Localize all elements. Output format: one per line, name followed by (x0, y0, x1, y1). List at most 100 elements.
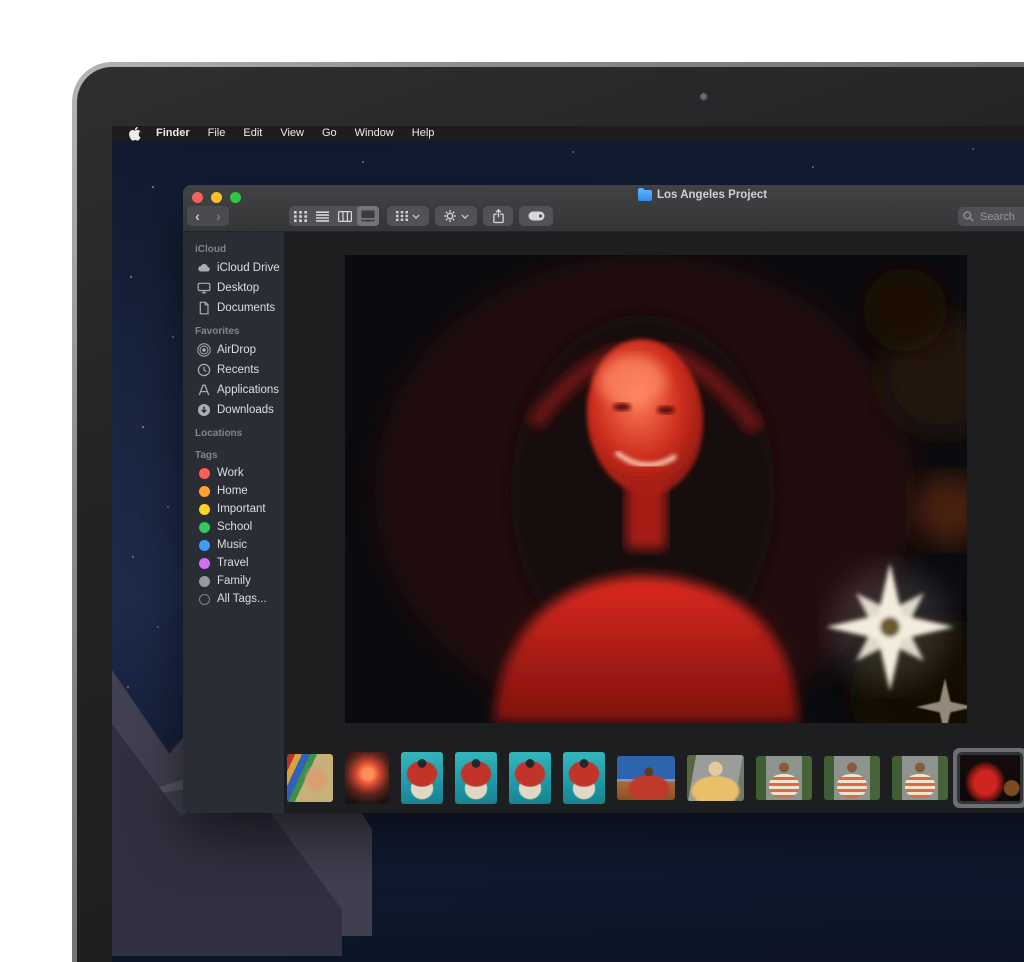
tag-dot (199, 558, 210, 569)
thumbnail-pool-swimmer-photo-2[interactable] (455, 752, 497, 804)
finder-window: Los Angeles Project ‹ › (183, 185, 1024, 813)
sidebar-item-label: Applications (217, 384, 279, 396)
menu-file[interactable]: File (199, 126, 235, 141)
sidebar-section-locations: Locations (183, 420, 284, 442)
tag-dot (199, 504, 210, 515)
thumbnail-pool-swimmer-photo-4[interactable] (563, 752, 605, 804)
chevron-down-icon (412, 214, 420, 219)
tags-button[interactable] (519, 206, 553, 226)
sidebar-item-documents[interactable]: Documents (183, 298, 284, 318)
search-input[interactable] (978, 210, 1024, 224)
laptop-bezel: FinderFileEditViewGoWindowHelp Los Angel… (77, 67, 1024, 962)
thumbnail-striped-shirt-portrait-2[interactable] (824, 756, 880, 800)
zoom-button[interactable] (230, 192, 241, 203)
traffic-lights (192, 192, 241, 203)
gallery-icon (361, 210, 375, 222)
sidebar-item-label: Home (217, 485, 248, 497)
sidebar-item-travel[interactable]: Travel (183, 554, 284, 572)
search-icon (963, 211, 974, 222)
filmstrip (287, 748, 1024, 808)
sidebar-item-label: All Tags... (217, 593, 267, 605)
close-button[interactable] (192, 192, 203, 203)
thumbnail-striped-shirt-portrait-1[interactable] (756, 756, 812, 800)
list-icon (316, 211, 329, 222)
chevron-down-icon (461, 214, 469, 219)
sidebar-item-label: AirDrop (217, 344, 256, 356)
sidebar-item-label: Recents (217, 364, 259, 376)
sidebar-item-family[interactable]: Family (183, 572, 284, 590)
gallery-content (285, 232, 1024, 813)
sidebar-item-label: Desktop (217, 282, 259, 294)
sidebar-item-label: Travel (217, 557, 249, 569)
title-bar[interactable]: Los Angeles Project ‹ › (183, 185, 1024, 232)
sidebar-item-downloads[interactable]: Downloads (183, 400, 284, 420)
sidebar-section-icloud: iCloud (183, 236, 284, 258)
sidebar-item-desktop[interactable]: Desktop (183, 278, 284, 298)
menu-window[interactable]: Window (346, 126, 403, 141)
sidebar-item-label: Documents (217, 302, 275, 314)
menu-go[interactable]: Go (313, 126, 346, 141)
tag-dot (199, 540, 210, 551)
sidebar-item-applications[interactable]: Applications (183, 380, 284, 400)
sidebar-section-favorites: Favorites (183, 318, 284, 340)
menu-view[interactable]: View (271, 126, 313, 141)
sidebar-item-label: Downloads (217, 404, 274, 416)
sidebar-item-home[interactable]: Home (183, 482, 284, 500)
group-by-button[interactable] (387, 206, 429, 226)
desktop-icon (197, 281, 211, 295)
tag-ring (199, 594, 210, 605)
document-icon (197, 301, 211, 315)
cloud-icon (197, 261, 211, 275)
tag-dot (199, 468, 210, 479)
thumbnail-pool-swimmer-photo-1[interactable] (401, 752, 443, 804)
tag-dot (199, 576, 210, 587)
minimize-button[interactable] (211, 192, 222, 203)
sidebar-section-tags: Tags (183, 442, 284, 464)
grid-icon (294, 211, 307, 222)
sidebar-item-work[interactable]: Work (183, 464, 284, 482)
thumbnail-colorful-art-photo[interactable] (287, 754, 333, 802)
thumbnail-pool-swimmer-photo-3[interactable] (509, 752, 551, 804)
share-icon (492, 209, 505, 224)
sidebar-item-label: Family (217, 575, 251, 587)
forward-button[interactable]: › (208, 207, 229, 225)
tag-dot (199, 522, 210, 533)
sidebar-item-label: Important (217, 503, 266, 515)
sidebar-item-label: Work (217, 467, 244, 479)
menu-edit[interactable]: Edit (234, 126, 271, 141)
tag-dot (199, 486, 210, 497)
recents-icon (197, 363, 211, 377)
thumbnail-red-flare-portrait[interactable] (345, 752, 389, 804)
downloads-icon (197, 403, 211, 417)
photo-preview[interactable] (345, 255, 967, 723)
sidebar-item-label: iCloud Drive (217, 262, 280, 274)
action-menu-button[interactable] (435, 206, 477, 226)
group-grid-icon (396, 211, 408, 221)
column-view-button[interactable] (334, 206, 357, 226)
menu-help[interactable]: Help (403, 126, 444, 141)
icon-view-button[interactable] (289, 206, 312, 226)
columns-icon (338, 211, 352, 222)
applications-icon (197, 383, 211, 397)
sidebar-item-important[interactable]: Important (183, 500, 284, 518)
menu-finder[interactable]: Finder (147, 126, 199, 141)
list-view-button[interactable] (312, 206, 335, 226)
thumbnail-man-portrait[interactable] (687, 755, 744, 801)
tag-icon (528, 211, 545, 221)
thumbnail-desert-portrait[interactable] (617, 756, 675, 800)
sidebar: iCloud iCloud Drive Desktop Documents Favori… (183, 232, 285, 813)
sidebar-item-icloud-drive[interactable]: iCloud Drive (183, 258, 284, 278)
thumbnail-striped-shirt-portrait-3[interactable] (892, 756, 948, 800)
share-button[interactable] (483, 206, 513, 226)
thumbnail-red-light-portrait[interactable] (960, 755, 1020, 801)
sidebar-item-airdrop[interactable]: AirDrop (183, 340, 284, 360)
menu-bar: FinderFileEditViewGoWindowHelp (112, 126, 1024, 141)
sidebar-item-school[interactable]: School (183, 518, 284, 536)
window-title: Los Angeles Project (638, 189, 767, 201)
apple-menu-icon[interactable] (129, 127, 141, 141)
sidebar-item-music[interactable]: Music (183, 536, 284, 554)
sidebar-item-recents[interactable]: Recents (183, 360, 284, 380)
sidebar-item-all-tags[interactable]: All Tags... (183, 590, 284, 608)
back-button[interactable]: ‹ (187, 207, 208, 225)
gallery-view-button[interactable] (357, 206, 380, 226)
